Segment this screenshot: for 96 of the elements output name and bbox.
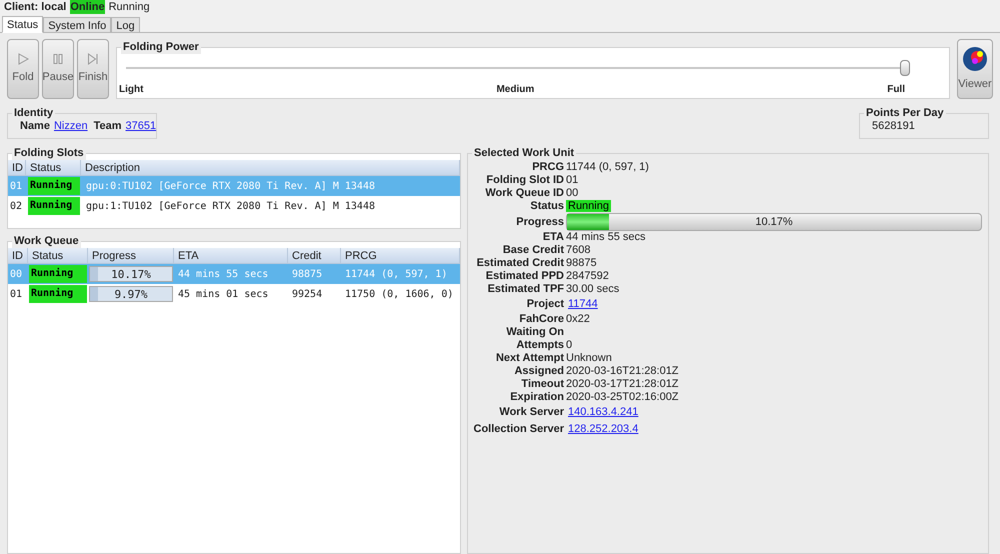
field-label: Expiration [509, 391, 564, 404]
table-cell-text: 01 [9, 180, 24, 194]
slider-label: Medium [496, 84, 534, 96]
tab[interactable]: Status [2, 16, 44, 33]
table-cell-text: 99254 [291, 288, 324, 302]
status-cell: Running [29, 265, 87, 283]
team-link[interactable]: 37651 [126, 118, 156, 134]
field-label: Estimated TPF [486, 283, 564, 296]
table-cell-text: 00 [9, 268, 24, 282]
name-label: Name [20, 118, 50, 134]
column-header: PRCG [341, 248, 460, 263]
table-cell-text: 01 [9, 288, 24, 302]
status-value: Running [566, 200, 611, 212]
field-value: 98875 [566, 257, 597, 269]
field-link[interactable]: 11744 [568, 298, 598, 310]
name-link[interactable]: Nizzen [54, 118, 88, 134]
play-icon [17, 52, 29, 65]
field-value: 2847592 [566, 270, 609, 282]
tab[interactable]: System Info [43, 17, 112, 33]
field-value: 11744 (0, 597, 1) [566, 161, 649, 173]
client-label: Client: local [4, 0, 66, 14]
skip-icon [87, 52, 99, 65]
status-cell: Running [29, 285, 87, 303]
globe-icon [962, 46, 988, 72]
column-header: Description [81, 160, 460, 175]
field-value: 2020-03-17T21:28:01Z [566, 378, 679, 390]
group-title: Work Queue [12, 234, 81, 248]
table-cell-text: gpu:0:TU102 [GeForce RTX 2080 Ti Rev. A] M 13448 [85, 180, 376, 194]
field-value: 00 [566, 187, 578, 199]
column-header: Progress [88, 248, 174, 263]
field-value: 0x22 [566, 313, 590, 325]
column-header: ID [8, 248, 28, 263]
slider-label: Light [119, 84, 144, 96]
table-cell-text: gpu:1:TU102 [GeForce RTX 2080 Ti Rev. A] M 13448 [85, 200, 376, 214]
field-label: Progress [515, 215, 564, 230]
field-label: Timeout [520, 378, 564, 391]
progress-text: 10.17% [110, 267, 152, 281]
field-value: 7608 [566, 244, 590, 256]
field-label: Estimated PPD [484, 270, 564, 283]
field-value: 2020-03-25T02:16:00Z [566, 391, 679, 403]
table-cell-text: 44 mins 55 secs [177, 268, 270, 282]
column-header: Status [28, 248, 88, 263]
field-value: 01 [566, 174, 578, 186]
table-cell-text: 98875 [291, 268, 324, 282]
field-value: 30.00 secs [566, 283, 620, 295]
viewer-button[interactable]: Viewer [957, 39, 993, 99]
field-label: Estimated Credit [476, 257, 564, 270]
field-label: Project [526, 297, 564, 312]
pause-icon [52, 52, 64, 65]
field-label: PRCG [531, 161, 564, 174]
progress-text: 10.17% [754, 214, 794, 230]
status-cell: Running [28, 177, 80, 195]
online-status: Online [70, 0, 105, 14]
control-button[interactable]: Finish [77, 39, 109, 99]
slider-thumb[interactable] [900, 60, 910, 76]
field-value: 0 [566, 339, 572, 351]
column-header: ETA [174, 248, 288, 263]
field-label: Attempts [515, 339, 564, 352]
status-cell: Running [28, 197, 80, 215]
group-title: Identity [12, 106, 56, 120]
field-label: Next Attempt [494, 352, 564, 365]
group-title: Points Per Day [864, 106, 946, 120]
table-cell-text: 11744 (0, 597, 1) [344, 268, 448, 282]
points-value: 5628191 [872, 118, 915, 134]
table-cell-text: 45 mins 01 secs [177, 288, 270, 302]
column-header: Credit [288, 248, 341, 263]
table-row[interactable]: 00 Running 10.17% 44 mins 55 secs 98875 11744 (0, 597, 1) [8, 264, 460, 284]
field-link[interactable]: 128.252.203.4 [568, 423, 638, 435]
field-value: 2020-03-16T21:28:01Z [566, 365, 679, 377]
table-cell-text: 11750 (0, 1606, 0) [344, 288, 454, 302]
field-label: Base Credit [502, 244, 564, 257]
field-label: Waiting On [505, 326, 564, 339]
group-title: Folding Power [121, 40, 201, 54]
group-title: Folding Slots [12, 146, 86, 160]
team-label: Team [94, 118, 122, 134]
progress-text: 9.97% [113, 287, 149, 301]
column-header: ID [8, 160, 26, 175]
control-button[interactable]: Fold [7, 39, 39, 99]
field-link[interactable]: 140.163.4.241 [568, 406, 638, 418]
tab[interactable]: Log [111, 17, 140, 33]
control-button[interactable]: Pause [42, 39, 74, 99]
field-value: Unknown [566, 352, 612, 364]
field-label: Work Queue ID [484, 187, 564, 200]
field-value: 44 mins 55 secs [566, 231, 646, 243]
field-label: ETA [542, 231, 564, 244]
slider-label: Full [887, 84, 905, 96]
field-label: FahCore [518, 313, 564, 326]
field-label: Assigned [513, 365, 564, 378]
table-row[interactable]: 01 Running gpu:0:TU102 [GeForce RTX 2080 Ti Rev. A] M 13448 [8, 176, 460, 196]
table-cell-text: 02 [9, 200, 24, 214]
field-label: Folding Slot ID [485, 174, 564, 187]
field-label: Status [529, 200, 564, 213]
field-label: Work Server [498, 405, 564, 420]
field-label: Collection Server [472, 422, 564, 437]
client-state: Running [108, 0, 150, 14]
column-header: Status [26, 160, 81, 175]
